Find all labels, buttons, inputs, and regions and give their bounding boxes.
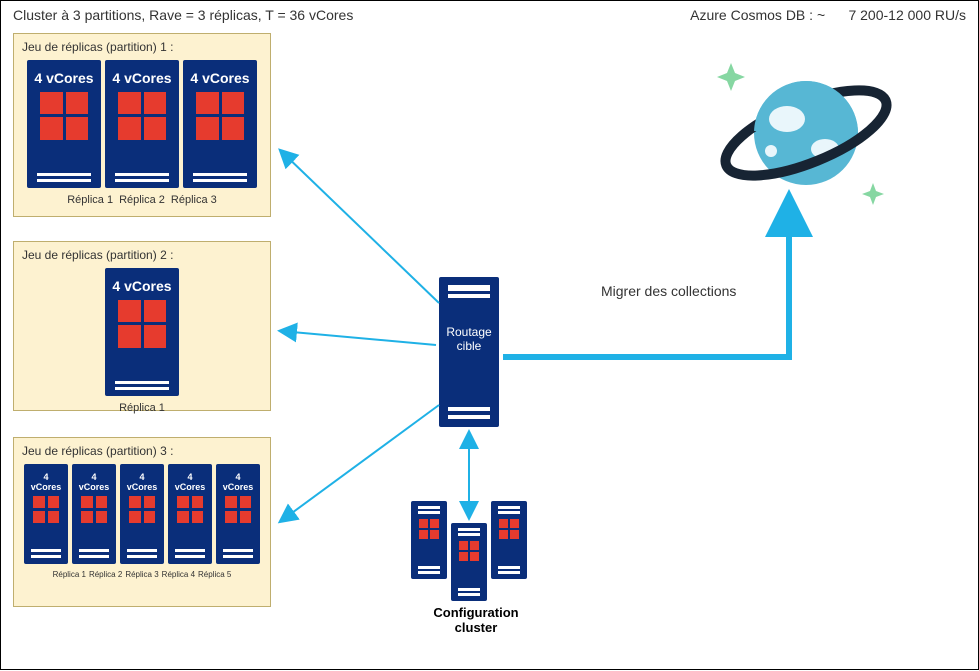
server-icon: 4 vCores xyxy=(183,60,257,188)
cpu-grid-icon xyxy=(129,496,156,523)
header-left: Cluster à 3 partitions, Rave = 3 réplica… xyxy=(13,7,353,23)
cpu-grid-icon xyxy=(196,92,244,140)
server-lines-icon xyxy=(193,173,247,182)
partition-box-2: Jeu de réplicas (partition) 2 : 4 vCores… xyxy=(13,241,271,411)
cpu-grid-icon xyxy=(40,92,88,140)
partition-box-3: Jeu de réplicas (partition) 3 : 4 vCores… xyxy=(13,437,271,607)
server-icon: 4 vCores xyxy=(27,60,101,188)
cpu-grid-icon xyxy=(225,496,252,523)
config-cluster-servers xyxy=(401,501,551,601)
server-icon: 4 vCores xyxy=(168,464,212,564)
server-row: 4 vCores xyxy=(22,268,262,396)
cpu-grid-icon xyxy=(118,300,166,348)
router-server-icon: Routage cible xyxy=(439,277,499,427)
replica-labels: Réplica 1 Réplica 2 Réplica 3 xyxy=(22,194,262,206)
header-right: Azure Cosmos DB : ~ 7 200-12 000 RU/s xyxy=(690,7,966,23)
diagram-canvas: Cluster à 3 partitions, Rave = 3 réplica… xyxy=(0,0,979,670)
server-lines-icon xyxy=(37,173,91,182)
config-cluster: Configuration cluster xyxy=(401,501,551,635)
cosmos-db-icon xyxy=(701,43,901,233)
partition-title: Jeu de réplicas (partition) 1 : xyxy=(22,40,262,54)
config-cluster-label: Configuration cluster xyxy=(401,605,551,635)
config-server-icon xyxy=(451,523,487,601)
server-icon: 4 vCores xyxy=(120,464,164,564)
server-lines-icon xyxy=(115,381,169,390)
partition-title: Jeu de réplicas (partition) 2 : xyxy=(22,248,262,262)
server-lines-icon xyxy=(175,549,205,558)
cpu-grid-icon xyxy=(81,496,108,523)
server-lines-icon xyxy=(223,549,253,558)
server-row: 4 vCores 4 vCores 4 vCores xyxy=(22,60,262,188)
migrate-label: Migrer des collections xyxy=(601,283,736,299)
server-lines-icon xyxy=(79,549,109,558)
cpu-grid-icon xyxy=(177,496,204,523)
diagram-header: Cluster à 3 partitions, Rave = 3 réplica… xyxy=(13,7,966,23)
replica-labels: Réplica 1 xyxy=(22,402,262,414)
server-lines-icon xyxy=(127,549,157,558)
server-lines-icon xyxy=(115,173,169,182)
server-icon: 4 vCores xyxy=(216,464,260,564)
cpu-grid-icon xyxy=(118,92,166,140)
replica-labels: Réplica 1 Réplica 2 Réplica 3 Réplica 4 … xyxy=(22,570,262,579)
server-icon: 4 vCores xyxy=(105,60,179,188)
partition-title: Jeu de réplicas (partition) 3 : xyxy=(22,444,262,458)
router-label: Routage cible xyxy=(446,325,491,353)
cpu-grid-icon xyxy=(33,496,60,523)
server-icon: 4 vCores xyxy=(24,464,68,564)
config-server-icon xyxy=(491,501,527,579)
server-row: 4 vCores 4 vCores 4 vCores 4 vCores 4 vC xyxy=(22,464,262,564)
server-icon: 4 vCores xyxy=(105,268,179,396)
partition-box-1: Jeu de réplicas (partition) 1 : 4 vCores… xyxy=(13,33,271,217)
config-server-icon xyxy=(411,501,447,579)
server-lines-icon xyxy=(31,549,61,558)
server-icon: 4 vCores xyxy=(72,464,116,564)
